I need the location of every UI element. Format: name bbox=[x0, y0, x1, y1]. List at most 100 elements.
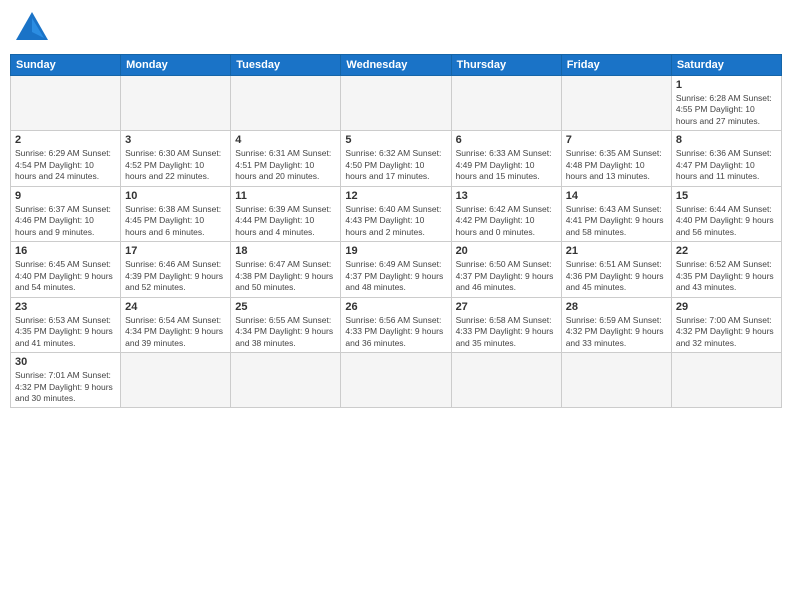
calendar-cell: 2Sunrise: 6:29 AM Sunset: 4:54 PM Daylig… bbox=[11, 131, 121, 186]
day-number: 1 bbox=[676, 79, 777, 91]
day-number: 4 bbox=[235, 134, 336, 146]
day-number: 7 bbox=[566, 134, 667, 146]
day-info: Sunrise: 6:43 AM Sunset: 4:41 PM Dayligh… bbox=[566, 204, 667, 238]
calendar-cell: 26 Sunrise: 6:56 AM Sunset: 4:33 PM Dayli… bbox=[341, 297, 451, 352]
day-number: 12 bbox=[345, 190, 446, 202]
weekday-header-monday: Monday bbox=[121, 55, 231, 76]
day-info: Sunrise: 6:44 AM Sunset: 4:40 PM Dayligh… bbox=[676, 204, 777, 238]
calendar-week-row: 16 Sunrise: 6:45 AM Sunset: 4:40 PM Dayli… bbox=[11, 242, 782, 297]
calendar-cell: 17 Sunrise: 6:46 AM Sunset: 4:39 PM Dayli… bbox=[121, 242, 231, 297]
day-number: 14 bbox=[566, 190, 667, 202]
calendar-cell: 25 Sunrise: 6:55 AM Sunset: 4:34 PM Dayli… bbox=[231, 297, 341, 352]
calendar-cell: 4 Sunrise: 6:31 AM Sunset: 4:51 PM Daylig… bbox=[231, 131, 341, 186]
calendar-week-row: 2Sunrise: 6:29 AM Sunset: 4:54 PM Daylig… bbox=[11, 131, 782, 186]
calendar-cell: 6Sunrise: 6:33 AM Sunset: 4:49 PM Daylig… bbox=[451, 131, 561, 186]
weekday-header-saturday: Saturday bbox=[671, 55, 781, 76]
day-number: 18 bbox=[235, 245, 336, 257]
day-number: 9 bbox=[15, 190, 116, 202]
calendar-cell: 15 Sunrise: 6:44 AM Sunset: 4:40 PM Dayli… bbox=[671, 186, 781, 241]
calendar-cell: 30Sunrise: 7:01 AM Sunset: 4:32 PM Dayli… bbox=[11, 353, 121, 408]
calendar-cell: 11 Sunrise: 6:39 AM Sunset: 4:44 PM Dayli… bbox=[231, 186, 341, 241]
calendar-cell: 29Sunrise: 7:00 AM Sunset: 4:32 PM Dayli… bbox=[671, 297, 781, 352]
day-info: Sunrise: 6:32 AM Sunset: 4:50 PM Dayligh… bbox=[345, 148, 446, 182]
calendar-cell bbox=[11, 76, 121, 131]
calendar-cell bbox=[561, 76, 671, 131]
day-info: Sunrise: 6:40 AM Sunset: 4:43 PM Dayligh… bbox=[345, 204, 446, 238]
weekday-header-thursday: Thursday bbox=[451, 55, 561, 76]
calendar-cell bbox=[231, 353, 341, 408]
calendar-cell: 14 Sunrise: 6:43 AM Sunset: 4:41 PM Dayli… bbox=[561, 186, 671, 241]
day-number: 19 bbox=[345, 245, 446, 257]
day-number: 15 bbox=[676, 190, 777, 202]
day-info: Sunrise: 6:59 AM Sunset: 4:32 PM Dayligh… bbox=[566, 315, 667, 349]
calendar-cell: 24 Sunrise: 6:54 AM Sunset: 4:34 PM Dayli… bbox=[121, 297, 231, 352]
calendar-cell: 7 Sunrise: 6:35 AM Sunset: 4:48 PM Daylig… bbox=[561, 131, 671, 186]
day-info: Sunrise: 6:35 AM Sunset: 4:48 PM Dayligh… bbox=[566, 148, 667, 182]
day-number: 28 bbox=[566, 301, 667, 313]
calendar-cell: 8 Sunrise: 6:36 AM Sunset: 4:47 PM Daylig… bbox=[671, 131, 781, 186]
day-info: Sunrise: 6:36 AM Sunset: 4:47 PM Dayligh… bbox=[676, 148, 777, 182]
calendar-cell: 21Sunrise: 6:51 AM Sunset: 4:36 PM Dayli… bbox=[561, 242, 671, 297]
day-info: Sunrise: 6:54 AM Sunset: 4:34 PM Dayligh… bbox=[125, 315, 226, 349]
day-info: Sunrise: 6:51 AM Sunset: 4:36 PM Dayligh… bbox=[566, 259, 667, 293]
day-number: 10 bbox=[125, 190, 226, 202]
weekday-header-wednesday: Wednesday bbox=[341, 55, 451, 76]
day-info: Sunrise: 6:56 AM Sunset: 4:33 PM Dayligh… bbox=[345, 315, 446, 349]
calendar-cell bbox=[451, 353, 561, 408]
calendar-cell: 18 Sunrise: 6:47 AM Sunset: 4:38 PM Dayli… bbox=[231, 242, 341, 297]
day-number: 17 bbox=[125, 245, 226, 257]
calendar-cell: 28 Sunrise: 6:59 AM Sunset: 4:32 PM Dayli… bbox=[561, 297, 671, 352]
calendar-cell: 16 Sunrise: 6:45 AM Sunset: 4:40 PM Dayli… bbox=[11, 242, 121, 297]
day-number: 23 bbox=[15, 301, 116, 313]
day-info: Sunrise: 6:31 AM Sunset: 4:51 PM Dayligh… bbox=[235, 148, 336, 182]
day-number: 30 bbox=[15, 356, 116, 368]
calendar-cell: 1 Sunrise: 6:28 AM Sunset: 4:55 PM Daylig… bbox=[671, 76, 781, 131]
calendar-cell bbox=[451, 76, 561, 131]
logo-icon bbox=[14, 10, 50, 46]
day-info: Sunrise: 6:39 AM Sunset: 4:44 PM Dayligh… bbox=[235, 204, 336, 238]
logo bbox=[10, 10, 50, 46]
calendar-cell bbox=[561, 353, 671, 408]
weekday-header-sunday: Sunday bbox=[11, 55, 121, 76]
calendar-cell bbox=[121, 76, 231, 131]
calendar-week-row: 30Sunrise: 7:01 AM Sunset: 4:32 PM Dayli… bbox=[11, 353, 782, 408]
day-number: 2 bbox=[15, 134, 116, 146]
calendar-table: SundayMondayTuesdayWednesdayThursdayFrid… bbox=[10, 54, 782, 408]
day-info: Sunrise: 6:53 AM Sunset: 4:35 PM Dayligh… bbox=[15, 315, 116, 349]
calendar-cell: 20 Sunrise: 6:50 AM Sunset: 4:37 PM Dayli… bbox=[451, 242, 561, 297]
day-info: Sunrise: 6:38 AM Sunset: 4:45 PM Dayligh… bbox=[125, 204, 226, 238]
day-info: Sunrise: 6:45 AM Sunset: 4:40 PM Dayligh… bbox=[15, 259, 116, 293]
day-info: Sunrise: 6:30 AM Sunset: 4:52 PM Dayligh… bbox=[125, 148, 226, 182]
weekday-header-row: SundayMondayTuesdayWednesdayThursdayFrid… bbox=[11, 55, 782, 76]
calendar-cell: 3Sunrise: 6:30 AM Sunset: 4:52 PM Daylig… bbox=[121, 131, 231, 186]
day-number: 24 bbox=[125, 301, 226, 313]
calendar-cell bbox=[231, 76, 341, 131]
calendar-cell bbox=[341, 76, 451, 131]
calendar-week-row: 23 Sunrise: 6:53 AM Sunset: 4:35 PM Dayli… bbox=[11, 297, 782, 352]
day-number: 8 bbox=[676, 134, 777, 146]
calendar-cell: 19 Sunrise: 6:49 AM Sunset: 4:37 PM Dayli… bbox=[341, 242, 451, 297]
day-number: 25 bbox=[235, 301, 336, 313]
calendar-cell: 23 Sunrise: 6:53 AM Sunset: 4:35 PM Dayli… bbox=[11, 297, 121, 352]
header bbox=[10, 10, 782, 46]
calendar-cell: 5Sunrise: 6:32 AM Sunset: 4:50 PM Daylig… bbox=[341, 131, 451, 186]
day-info: Sunrise: 6:49 AM Sunset: 4:37 PM Dayligh… bbox=[345, 259, 446, 293]
calendar-cell: 10 Sunrise: 6:38 AM Sunset: 4:45 PM Dayli… bbox=[121, 186, 231, 241]
day-info: Sunrise: 6:47 AM Sunset: 4:38 PM Dayligh… bbox=[235, 259, 336, 293]
day-number: 20 bbox=[456, 245, 557, 257]
day-info: Sunrise: 6:28 AM Sunset: 4:55 PM Dayligh… bbox=[676, 93, 777, 127]
day-info: Sunrise: 6:58 AM Sunset: 4:33 PM Dayligh… bbox=[456, 315, 557, 349]
calendar-week-row: 1 Sunrise: 6:28 AM Sunset: 4:55 PM Daylig… bbox=[11, 76, 782, 131]
day-number: 26 bbox=[345, 301, 446, 313]
day-info: Sunrise: 6:55 AM Sunset: 4:34 PM Dayligh… bbox=[235, 315, 336, 349]
day-info: Sunrise: 6:46 AM Sunset: 4:39 PM Dayligh… bbox=[125, 259, 226, 293]
calendar-cell: 12 Sunrise: 6:40 AM Sunset: 4:43 PM Dayli… bbox=[341, 186, 451, 241]
day-info: Sunrise: 6:42 AM Sunset: 4:42 PM Dayligh… bbox=[456, 204, 557, 238]
page: SundayMondayTuesdayWednesdayThursdayFrid… bbox=[0, 0, 792, 612]
day-number: 16 bbox=[15, 245, 116, 257]
day-number: 6 bbox=[456, 134, 557, 146]
calendar-cell: 13Sunrise: 6:42 AM Sunset: 4:42 PM Dayli… bbox=[451, 186, 561, 241]
day-number: 11 bbox=[235, 190, 336, 202]
day-info: Sunrise: 6:50 AM Sunset: 4:37 PM Dayligh… bbox=[456, 259, 557, 293]
day-number: 27 bbox=[456, 301, 557, 313]
